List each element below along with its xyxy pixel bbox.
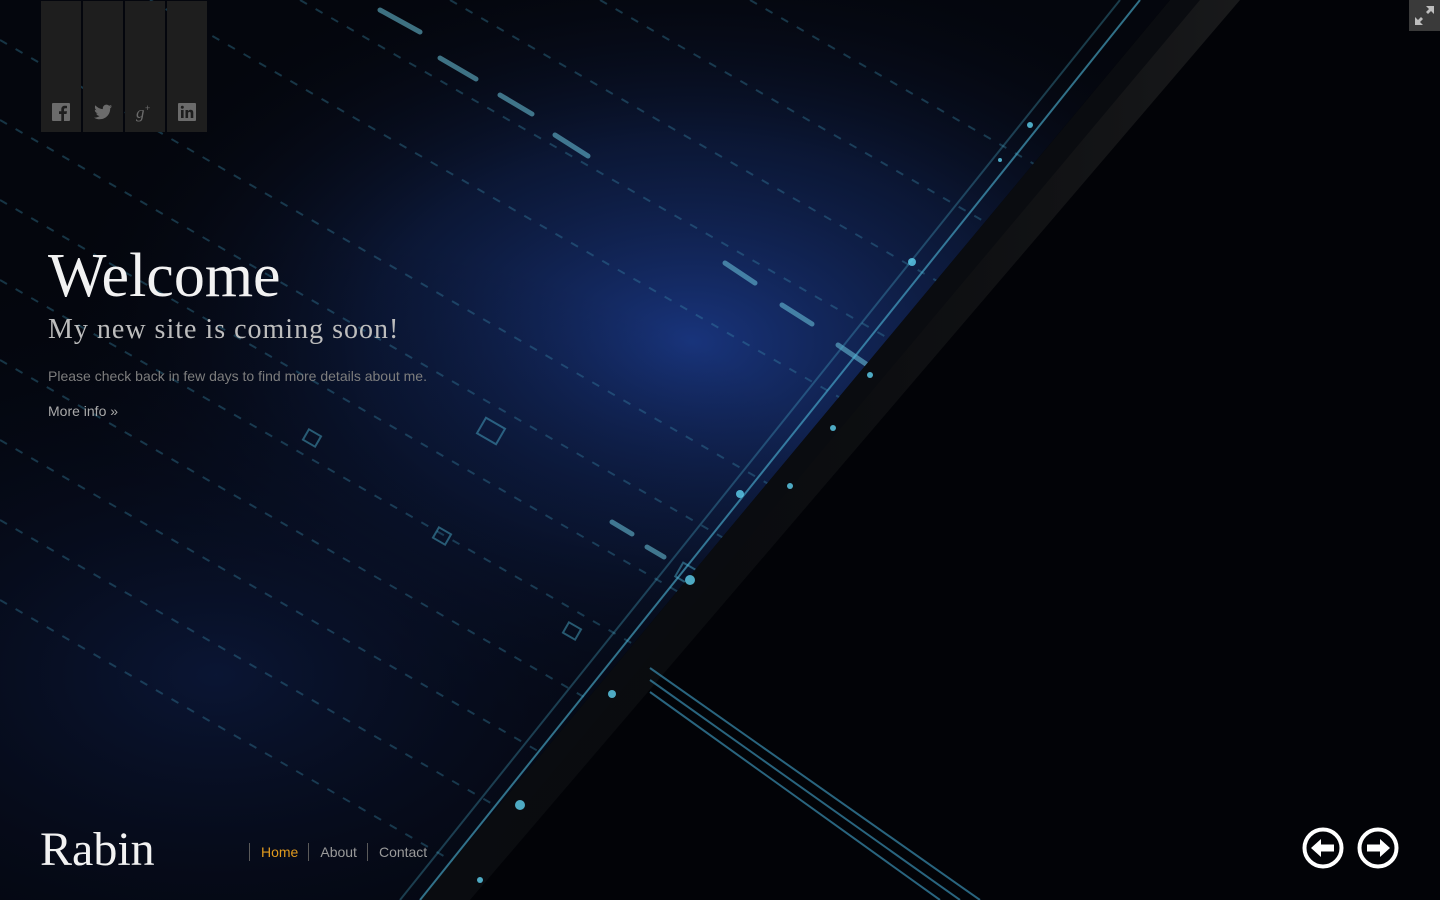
hero-subtitle: My new site is coming soon! xyxy=(48,314,400,345)
twitter-button[interactable] xyxy=(83,1,123,132)
arrow-right-circle-icon[interactable] xyxy=(1357,827,1399,869)
nav-contact[interactable]: Contact xyxy=(366,843,437,861)
more-info-link[interactable]: More info » xyxy=(48,401,118,421)
background-image xyxy=(0,0,1440,900)
svg-text:+: + xyxy=(145,103,150,113)
google-plus-icon: g + xyxy=(136,103,150,122)
fullscreen-toggle-icon xyxy=(1415,6,1434,25)
linkedin-button[interactable] xyxy=(167,1,207,132)
nav-about[interactable]: About xyxy=(308,843,367,861)
social-links: g + xyxy=(41,1,207,132)
nav-home[interactable]: Home xyxy=(249,843,308,861)
google-plus-button[interactable]: g + xyxy=(125,1,165,132)
arrow-left-circle-icon[interactable] xyxy=(1302,827,1344,869)
welcome-title: Welcome xyxy=(48,242,281,310)
twitter-icon xyxy=(94,104,112,120)
fullscreen-toggle[interactable] xyxy=(1409,0,1440,31)
hero-section: Welcome My new site is coming soon! Plea… xyxy=(48,238,427,421)
svg-text:g: g xyxy=(136,103,145,122)
site-logo[interactable]: Rabin xyxy=(40,820,155,880)
linkedin-icon xyxy=(178,103,196,121)
slide-arrows xyxy=(1302,827,1399,869)
main-nav: Home About Contact xyxy=(249,843,437,861)
facebook-button[interactable] xyxy=(41,1,81,132)
facebook-icon xyxy=(52,103,70,121)
hero-text: Please check back in few days to find mo… xyxy=(48,368,427,384)
